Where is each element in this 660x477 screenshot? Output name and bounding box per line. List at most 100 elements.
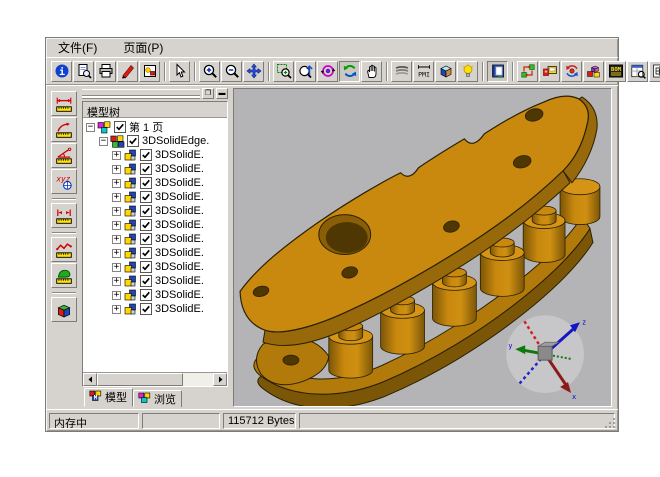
orientation-triad[interactable]: z x y — [506, 315, 586, 401]
panel-float-button[interactable]: ❐ — [202, 88, 214, 99]
tree-checkbox[interactable] — [140, 205, 152, 217]
tree-expander[interactable]: + — [112, 221, 121, 230]
tree-checkbox[interactable] — [140, 303, 152, 315]
tree-expander[interactable]: + — [112, 193, 121, 202]
tree-checkbox[interactable] — [140, 191, 152, 203]
tree-expander[interactable]: + — [112, 165, 121, 174]
tree-checkbox[interactable] — [140, 289, 152, 301]
3d-viewport[interactable]: z x y — [233, 88, 612, 407]
bom-button[interactable]: BOM — [605, 61, 626, 82]
scrollbar-track[interactable] — [97, 373, 213, 386]
model-box-button[interactable] — [435, 61, 456, 82]
scrollbar-thumb[interactable] — [97, 373, 183, 386]
toolbar-separator — [482, 62, 484, 81]
print-preview-button[interactable] — [73, 61, 94, 82]
pan-button[interactable] — [243, 61, 264, 82]
tree-checkbox[interactable] — [127, 135, 139, 147]
tree-checkbox[interactable] — [140, 261, 152, 273]
menu-item-file[interactable]: 文件(F) — [56, 38, 99, 57]
3d-model-canvas[interactable]: z x y — [234, 89, 611, 406]
tree-row[interactable]: +3DSolidE. — [83, 232, 227, 246]
tree-row[interactable]: +3DSolidE. — [83, 302, 227, 316]
measure-3d-button[interactable] — [51, 297, 77, 322]
tree-row[interactable]: +3DSolidE. — [83, 218, 227, 232]
tree-row[interactable]: +3DSolidE. — [83, 260, 227, 274]
tree-checkbox[interactable] — [140, 163, 152, 175]
measure-angle-button[interactable] — [51, 143, 77, 168]
pan-hand-button[interactable] — [361, 61, 382, 82]
tree-expander[interactable]: + — [112, 291, 121, 300]
tree-row[interactable]: +3DSolidE. — [83, 176, 227, 190]
refresh-button[interactable] — [339, 61, 360, 82]
parts-blocks-button[interactable] — [583, 61, 604, 82]
tree-expander[interactable]: − — [86, 123, 95, 132]
tree-row[interactable]: +3DSolidE. — [83, 288, 227, 302]
tree-expander[interactable]: − — [99, 137, 108, 146]
select-cursor-button[interactable] — [169, 61, 190, 82]
tree-checkbox[interactable] — [114, 121, 126, 133]
zoom-in-button[interactable] — [199, 61, 220, 82]
rotate-view-button[interactable] — [317, 61, 338, 82]
zoom-select-button[interactable] — [295, 61, 316, 82]
layers-button[interactable] — [391, 61, 412, 82]
markup-pen-button[interactable] — [117, 61, 138, 82]
pmi-button[interactable]: PMI — [413, 61, 434, 82]
tree-checkbox[interactable] — [140, 177, 152, 189]
resize-grip[interactable] — [603, 416, 616, 429]
panel-hide-button[interactable]: ▬ — [216, 88, 228, 99]
tree-row[interactable]: +3DSolidE. — [83, 162, 227, 176]
tree-checkbox[interactable] — [140, 233, 152, 245]
tree-row[interactable]: +3DSolidE. — [83, 204, 227, 218]
tree-row[interactable]: +3DSolidE. — [83, 190, 227, 204]
tree-expander[interactable]: + — [112, 179, 121, 188]
tree-row[interactable]: −3DSolidEdge. — [83, 134, 227, 148]
tree-row[interactable]: −第 1 页 — [83, 120, 227, 134]
info-button[interactable]: i — [51, 61, 72, 82]
export-icon — [142, 63, 158, 79]
zoom-out-button[interactable] — [221, 61, 242, 82]
measure-gap-button[interactable] — [51, 203, 77, 228]
menu-item-page[interactable]: 页面(P) — [121, 38, 165, 57]
report-button[interactable] — [627, 61, 648, 82]
toolbar-group — [199, 61, 265, 82]
tab-model[interactable]: M模型 — [84, 388, 133, 407]
export-button[interactable] — [139, 61, 160, 82]
measure-coordinate-button[interactable]: xyz — [51, 169, 77, 194]
measure-area-button[interactable] — [51, 263, 77, 288]
tree-expander[interactable]: + — [112, 235, 121, 244]
tree-row[interactable]: +3DSolidE. — [83, 246, 227, 260]
tree-expander[interactable]: + — [112, 207, 121, 216]
measure-radius-button[interactable] — [51, 117, 77, 142]
measure-toolbar: xyz — [46, 86, 81, 409]
zoom-window-button[interactable] — [273, 61, 294, 82]
tree-expander[interactable]: + — [112, 151, 121, 160]
part-node-icon — [123, 261, 138, 274]
tree-row[interactable]: +3DSolidE. — [83, 148, 227, 162]
tree-expander[interactable]: + — [112, 277, 121, 286]
measure-distance-button[interactable] — [51, 91, 77, 116]
tab-browse[interactable]: 浏览 — [133, 390, 182, 407]
tree-checkbox[interactable] — [140, 275, 152, 287]
tree-checkbox[interactable] — [140, 219, 152, 231]
print-button[interactable] — [95, 61, 116, 82]
tree-expander[interactable]: + — [112, 249, 121, 258]
tree-view-button[interactable] — [649, 61, 660, 82]
tree-horizontal-scrollbar — [83, 372, 227, 386]
tree-expander[interactable]: + — [112, 305, 121, 314]
scroll-right-button[interactable] — [213, 373, 227, 386]
light-button[interactable] — [457, 61, 478, 82]
assembly-button[interactable] — [517, 61, 538, 82]
tree-expander[interactable]: + — [112, 263, 121, 272]
update-button[interactable] — [561, 61, 582, 82]
measure-curve-button[interactable] — [51, 237, 77, 262]
tree-node-label: 3DSolidE. — [155, 205, 204, 217]
tree-checkbox[interactable] — [140, 149, 152, 161]
notebook-button[interactable] — [487, 61, 508, 82]
tree-row[interactable]: +3DSolidE. — [83, 274, 227, 288]
snapshot-button[interactable] — [539, 61, 560, 82]
scroll-left-button[interactable] — [83, 373, 97, 386]
tree-checkbox[interactable] — [140, 247, 152, 259]
panel-gripper[interactable] — [82, 89, 200, 96]
page-background: 文件(F) 页面(P) iPMIBOM xyz ❐ ▬ 模型树 −第 1 页−3… — [0, 0, 660, 477]
part-node-icon — [123, 191, 138, 204]
